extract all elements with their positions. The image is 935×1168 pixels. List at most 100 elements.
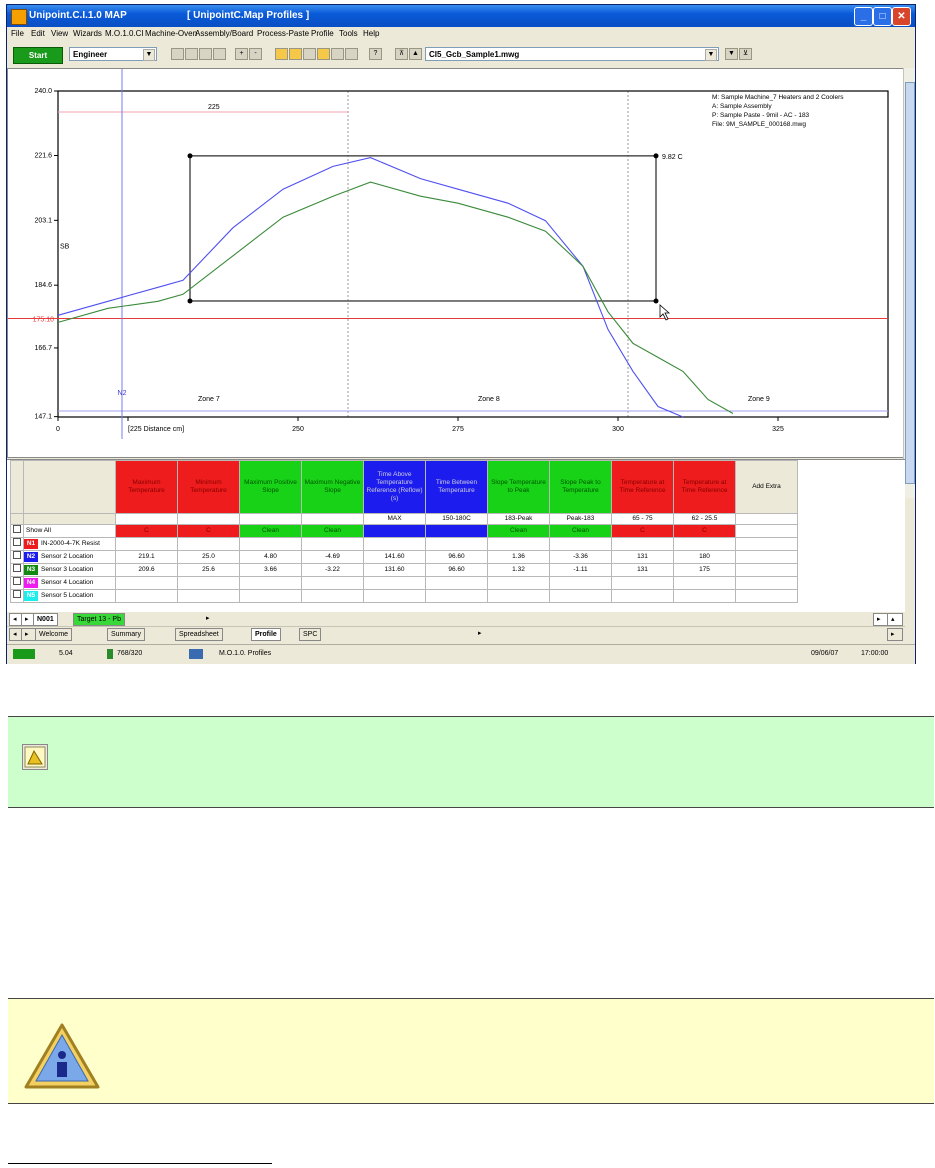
- value-cell[interactable]: [239, 576, 302, 590]
- tab-welcome[interactable]: Welcome: [35, 628, 73, 641]
- page-scroll-icon[interactable]: ▸: [887, 628, 903, 641]
- tab-spc[interactable]: SPC: [299, 628, 322, 641]
- value-cell[interactable]: 96.60: [425, 550, 488, 564]
- value-cell[interactable]: 3.66: [239, 563, 302, 577]
- save-icon[interactable]: [199, 48, 212, 60]
- value-cell[interactable]: 1.36: [487, 550, 550, 564]
- sensor-name-cell[interactable]: N3 Sensor 3 Location: [23, 563, 116, 577]
- param-cell[interactable]: 150-180C: [425, 513, 488, 525]
- value-cell[interactable]: 4.80: [239, 550, 302, 564]
- value-cell[interactable]: [487, 537, 550, 551]
- folder-open-icon[interactable]: [289, 48, 302, 60]
- sheet-tab-n001[interactable]: N001: [33, 613, 58, 626]
- value-cell[interactable]: [239, 589, 302, 603]
- column-header[interactable]: Slope Temperature to Peak: [487, 460, 550, 514]
- menu-view[interactable]: View: [51, 29, 68, 38]
- menu-help[interactable]: Help: [363, 29, 379, 38]
- value-cell[interactable]: [363, 537, 426, 551]
- value-cell[interactable]: -1.11: [549, 563, 612, 577]
- column-header[interactable]: Minimum Temperature: [177, 460, 240, 514]
- value-cell[interactable]: [115, 537, 178, 551]
- box-handle[interactable]: [187, 298, 193, 304]
- param-cell[interactable]: [177, 513, 240, 525]
- menu-moci[interactable]: M.O.1.0.CI: [105, 29, 144, 38]
- tab-profile[interactable]: Profile: [251, 628, 281, 641]
- zoom-in-icon[interactable]: +: [235, 48, 248, 60]
- help-icon[interactable]: ?: [369, 48, 382, 60]
- value-cell[interactable]: [673, 589, 736, 603]
- value-cell[interactable]: 25.6: [177, 563, 240, 577]
- value-cell[interactable]: 25.0: [177, 550, 240, 564]
- value-cell[interactable]: 219.1: [115, 550, 178, 564]
- sheet-tab-target[interactable]: Target 13 - Pb: [73, 613, 125, 626]
- value-cell[interactable]: 131.60: [363, 563, 426, 577]
- copy-icon[interactable]: [345, 48, 358, 60]
- profile-chart[interactable]: 240.0 221.6 203.1 184.6 166.7 147.1 0 [225 Dis…: [7, 68, 905, 458]
- prev-record-icon[interactable]: ▲: [409, 48, 422, 60]
- value-cell[interactable]: -3.22: [301, 563, 364, 577]
- value-cell[interactable]: [487, 576, 550, 590]
- value-cell[interactable]: 180: [673, 550, 736, 564]
- column-header[interactable]: Slope Peak to Temperature: [549, 460, 612, 514]
- value-cell[interactable]: [549, 576, 612, 590]
- show-all-checkbox[interactable]: [10, 524, 24, 538]
- document-icon[interactable]: [331, 48, 344, 60]
- box-handle[interactable]: [653, 298, 659, 304]
- value-cell[interactable]: [301, 537, 364, 551]
- column-header[interactable]: Temperature at Time Reference: [673, 460, 736, 514]
- menu-tools[interactable]: Tools: [339, 29, 358, 38]
- value-cell[interactable]: [177, 576, 240, 590]
- column-header[interactable]: Time Above Temperature Reference (Reflow…: [363, 460, 426, 514]
- column-header[interactable]: Maximum Temperature: [115, 460, 178, 514]
- param-cell[interactable]: 62 - 25.5: [673, 513, 736, 525]
- menu-wizards[interactable]: Wizards: [73, 29, 102, 38]
- sensor-checkbox[interactable]: [10, 589, 24, 603]
- param-cell[interactable]: 65 - 75: [611, 513, 674, 525]
- value-cell[interactable]: [301, 589, 364, 603]
- value-cell[interactable]: [363, 589, 426, 603]
- open-icon[interactable]: [185, 48, 198, 60]
- menu-file[interactable]: File: [11, 29, 24, 38]
- scroll-up-icon[interactable]: ▴: [887, 613, 903, 626]
- measurement-box[interactable]: [189, 155, 657, 302]
- sensor-name-cell[interactable]: N4 Sensor 4 Location: [23, 576, 116, 590]
- sensor-checkbox[interactable]: [10, 576, 24, 590]
- value-cell[interactable]: 141.60: [363, 550, 426, 564]
- column-header[interactable]: Maximum Negative Slope: [301, 460, 364, 514]
- value-cell[interactable]: [239, 537, 302, 551]
- sensor-checkbox[interactable]: [10, 563, 24, 577]
- value-cell[interactable]: [301, 576, 364, 590]
- value-cell[interactable]: [611, 576, 674, 590]
- value-cell[interactable]: [115, 576, 178, 590]
- param-cell[interactable]: [115, 513, 178, 525]
- sensor-name-cell[interactable]: N2 Sensor 2 Location: [23, 550, 116, 564]
- menu-edit[interactable]: Edit: [31, 29, 45, 38]
- tab-menu-icon[interactable]: ▸: [203, 613, 217, 624]
- param-cell[interactable]: [301, 513, 364, 525]
- column-header[interactable]: Temperature at Time Reference: [611, 460, 674, 514]
- param-cell[interactable]: Peak-183: [549, 513, 612, 525]
- highlight-icon[interactable]: [317, 48, 330, 60]
- value-cell[interactable]: [363, 576, 426, 590]
- first-record-icon[interactable]: ⊼: [395, 48, 408, 60]
- sensor-name-cell[interactable]: N5 Sensor 5 Location: [23, 589, 116, 603]
- edit-icon[interactable]: [303, 48, 316, 60]
- tab-spreadsheet[interactable]: Spreadsheet: [175, 628, 223, 641]
- value-cell[interactable]: 1.32: [487, 563, 550, 577]
- page-tab-menu-icon[interactable]: ▸: [475, 628, 487, 639]
- value-cell[interactable]: -3.36: [549, 550, 612, 564]
- value-cell[interactable]: -4.69: [301, 550, 364, 564]
- param-cell[interactable]: [239, 513, 302, 525]
- add-extra-button[interactable]: Add Extra: [735, 460, 798, 514]
- value-cell[interactable]: [673, 537, 736, 551]
- value-cell[interactable]: 131: [611, 550, 674, 564]
- menu-machine-oven[interactable]: Machine-Oven: [145, 29, 197, 38]
- user-level-select[interactable]: Engineer ▼: [69, 47, 157, 61]
- scrollbar-thumb[interactable]: [905, 82, 915, 484]
- value-cell[interactable]: [549, 589, 612, 603]
- param-cell[interactable]: 183-Peak: [487, 513, 550, 525]
- menu-assembly-board[interactable]: Assembly/Board: [195, 29, 253, 38]
- next-record-icon[interactable]: ▼: [725, 48, 738, 60]
- value-cell[interactable]: 96.60: [425, 563, 488, 577]
- value-cell[interactable]: [549, 537, 612, 551]
